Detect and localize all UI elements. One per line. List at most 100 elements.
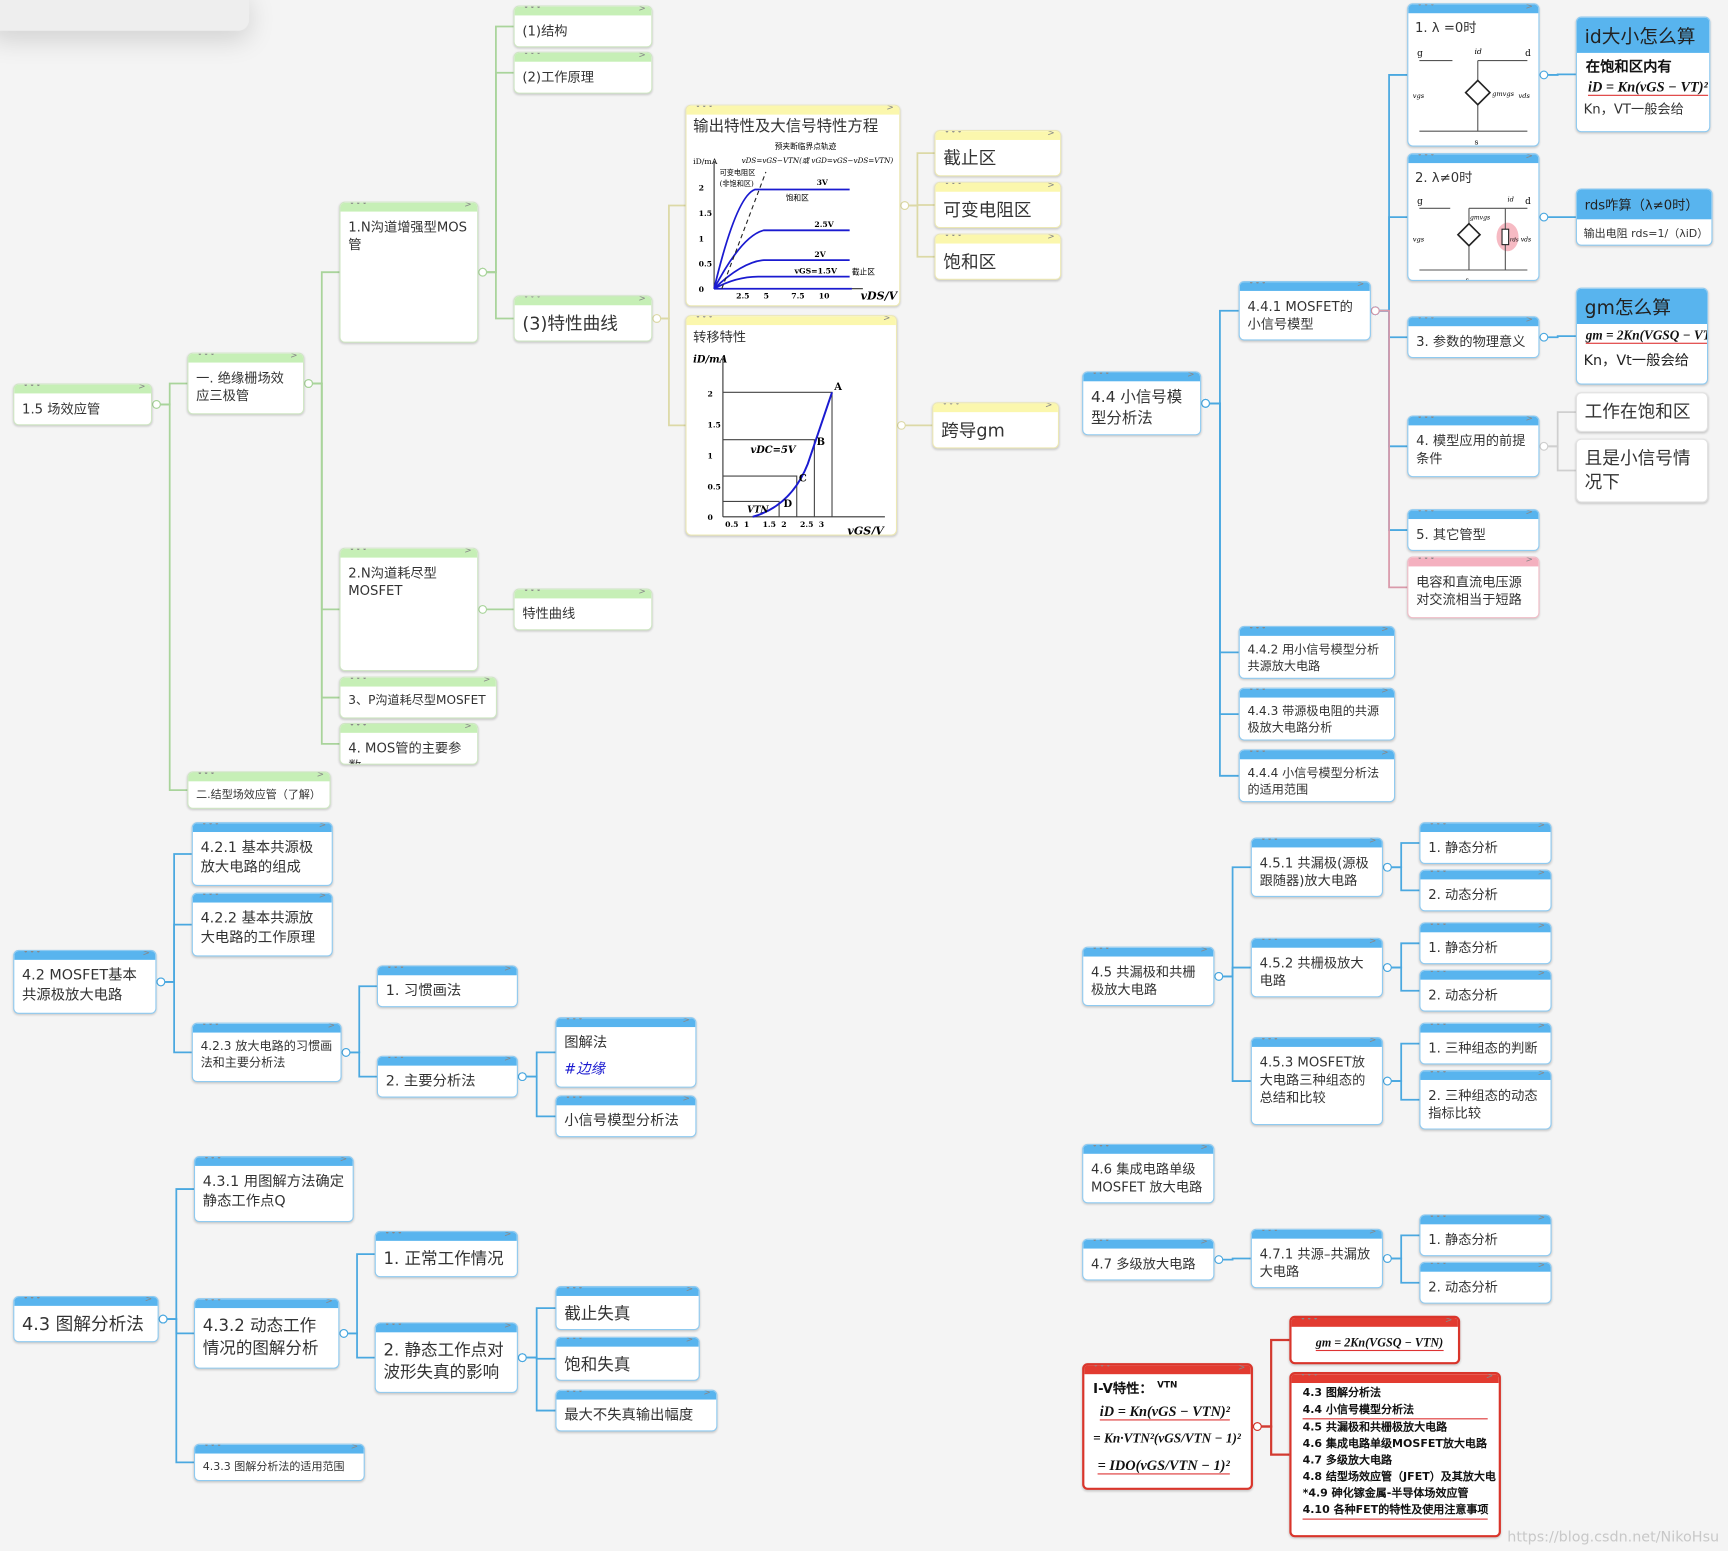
node-n111[interactable]: ••• > (1)结构 xyxy=(513,5,653,48)
collapse-toggle[interactable] xyxy=(897,420,906,430)
chevron-right-icon[interactable]: > xyxy=(1045,403,1052,410)
chevron-right-icon[interactable]: > xyxy=(1369,839,1376,846)
more-icon[interactable]: ••• xyxy=(523,7,542,13)
collapse-toggle[interactable] xyxy=(304,379,313,388)
chevron-right-icon[interactable]: > xyxy=(504,966,511,973)
more-icon[interactable]: ••• xyxy=(349,678,368,684)
chevron-right-icon[interactable]: > xyxy=(1369,1038,1376,1045)
more-icon[interactable]: ••• xyxy=(942,403,961,409)
node-w1[interactable]: •••>工作在饱和区 xyxy=(1575,392,1709,432)
more-icon[interactable]: ••• xyxy=(565,1338,584,1344)
node-y2[interactable]: ••• > 可变电阻区 xyxy=(934,181,1062,229)
more-icon[interactable]: ••• xyxy=(565,1018,584,1024)
more-icon[interactable]: ••• xyxy=(695,106,714,112)
more-icon[interactable]: ••• xyxy=(1417,154,1436,160)
chevron-right-icon[interactable]: > xyxy=(638,7,645,14)
chevron-right-icon[interactable]: > xyxy=(1187,372,1194,379)
node-b4531[interactable]: ••• >1. 三种组态的判断 xyxy=(1419,1022,1552,1065)
chevron-right-icon[interactable]: > xyxy=(1525,317,1532,324)
chevron-right-icon[interactable]: > xyxy=(1381,750,1388,757)
collapse-toggle[interactable] xyxy=(900,201,910,210)
chevron-right-icon[interactable]: > xyxy=(464,549,471,556)
more-icon[interactable]: ••• xyxy=(1429,1263,1448,1269)
more-icon[interactable]: ••• xyxy=(1249,750,1268,756)
node-b43221[interactable]: ••• > 截止失真 xyxy=(555,1286,700,1331)
node-b423[interactable]: ••• >4.2.3 放大电路的习惯画法和主要分析法 xyxy=(191,1022,342,1083)
node-b46[interactable]: ••• >4.6 集成电路单级MOSFET 放大电路 xyxy=(1082,1143,1215,1204)
chevron-right-icon[interactable]: > xyxy=(1200,1240,1207,1247)
more-icon[interactable]: ••• xyxy=(1261,839,1280,845)
node-b4532[interactable]: ••• >2. 三种组态的动态指标比较 xyxy=(1419,1070,1552,1130)
more-icon[interactable]: ••• xyxy=(1261,939,1280,945)
node-n14[interactable]: ••• >4. MOS管的主要参数 xyxy=(339,722,479,765)
chevron-right-icon[interactable]: > xyxy=(1369,1230,1376,1237)
chevron-right-icon[interactable]: > xyxy=(504,1232,511,1239)
more-icon[interactable]: ••• xyxy=(349,724,368,730)
chevron-right-icon[interactable]: > xyxy=(328,1024,335,1031)
chevron-right-icon[interactable]: > xyxy=(1538,1071,1545,1078)
node-n11[interactable]: ••• >1.N沟道增强型MOS管 xyxy=(339,201,479,343)
more-icon[interactable]: ••• xyxy=(202,894,221,900)
collapse-toggle[interactable] xyxy=(341,1048,351,1057)
more-icon[interactable]: ••• xyxy=(202,1024,221,1030)
more-icon[interactable]: ••• xyxy=(1429,871,1448,877)
more-icon[interactable]: ••• xyxy=(1417,4,1436,10)
node-circuit-lambda-zero[interactable]: ••• > 1. λ =0时 g d id gmvgs vgs vds s xyxy=(1407,3,1540,147)
node-chapter-list[interactable]: ••• > 4.3 图解分析法 4.4 小信号模型分析法 4.5 共漏极和共栅极放大电… xyxy=(1289,1371,1501,1538)
node-b422[interactable]: ••• >4.2.2 基本共源放大电路的工作原理 xyxy=(191,892,333,957)
node-b452[interactable]: ••• >4.5.2 共栅极放大电路 xyxy=(1250,937,1384,998)
more-icon[interactable]: ••• xyxy=(1417,558,1436,564)
more-icon[interactable]: ••• xyxy=(1300,1374,1319,1380)
more-icon[interactable]: ••• xyxy=(1249,689,1268,695)
node-b42322[interactable]: ••• > 小信号模型分析法 xyxy=(555,1095,697,1138)
chevron-right-icon[interactable]: > xyxy=(1538,971,1545,978)
node-b42[interactable]: ••• >4.2 MOSFET基本共源极放大电路 xyxy=(13,949,157,1014)
more-icon[interactable]: ••• xyxy=(1300,1318,1319,1324)
collapse-toggle[interactable] xyxy=(478,604,488,614)
node-b4321[interactable]: ••• >1. 正常工作情况 xyxy=(374,1230,518,1278)
collapse-toggle[interactable] xyxy=(339,1329,349,1338)
chevron-right-icon[interactable]: > xyxy=(686,1338,693,1345)
node-b43[interactable]: ••• >4.3 图解分析法 xyxy=(13,1295,159,1343)
more-icon[interactable]: ••• xyxy=(387,1057,406,1063)
node-b4711[interactable]: ••• >1. 静态分析 xyxy=(1419,1214,1552,1257)
collapse-toggle[interactable] xyxy=(1252,1422,1262,1431)
chevron-right-icon[interactable]: > xyxy=(319,894,326,901)
node-y1[interactable]: ••• > 截止区 xyxy=(934,130,1062,177)
collapse-toggle[interactable] xyxy=(517,1072,527,1082)
chevron-right-icon[interactable]: > xyxy=(682,1018,689,1025)
chevron-right-icon[interactable]: > xyxy=(464,724,471,731)
more-icon[interactable]: ••• xyxy=(1261,1038,1280,1044)
chevron-right-icon[interactable]: > xyxy=(317,773,324,780)
more-icon[interactable]: ••• xyxy=(1417,417,1436,423)
more-icon[interactable]: ••• xyxy=(1429,1024,1448,1030)
node-circuit-lambda-nonzero[interactable]: ••• > 2. λ≠0时 g d id gmvgs rds vgs vds s xyxy=(1407,153,1540,282)
more-icon[interactable]: ••• xyxy=(1429,1071,1448,1077)
node-b4511[interactable]: ••• >1. 静态分析 xyxy=(1419,822,1552,864)
chevron-right-icon[interactable]: > xyxy=(1538,923,1545,930)
chevron-right-icon[interactable]: > xyxy=(1538,1263,1545,1270)
node-y4[interactable]: ••• > 跨导gm xyxy=(932,402,1060,449)
collapse-toggle[interactable] xyxy=(1539,212,1549,222)
chevron-right-icon[interactable]: > xyxy=(638,590,645,597)
node-n1[interactable]: ••• > 一. 绝缘栅场效应三极管 xyxy=(187,352,305,415)
chevron-right-icon[interactable]: > xyxy=(504,1324,511,1331)
chevron-right-icon[interactable]: > xyxy=(1486,1374,1493,1381)
chevron-right-icon[interactable]: > xyxy=(319,823,326,830)
chevron-right-icon[interactable]: > xyxy=(483,678,490,685)
collapse-toggle[interactable] xyxy=(1201,398,1210,408)
chevron-right-icon[interactable]: > xyxy=(1369,939,1376,946)
chevron-right-icon[interactable]: > xyxy=(886,106,893,113)
more-icon[interactable]: ••• xyxy=(204,1445,223,1451)
chevron-right-icon[interactable]: > xyxy=(1538,823,1545,830)
more-icon[interactable]: ••• xyxy=(197,773,216,779)
chevron-right-icon[interactable]: > xyxy=(142,951,149,958)
chevron-right-icon[interactable]: > xyxy=(340,1157,347,1164)
node-n12[interactable]: ••• >2.N沟道耗尽型MOSFET xyxy=(339,547,479,672)
collapse-toggle[interactable] xyxy=(152,400,161,409)
more-icon[interactable]: ••• xyxy=(1092,1145,1111,1151)
chevron-right-icon[interactable]: > xyxy=(682,1096,689,1103)
chevron-right-icon[interactable]: > xyxy=(1381,689,1388,696)
chevron-right-icon[interactable]: > xyxy=(1200,948,1207,955)
chevron-right-icon[interactable]: > xyxy=(638,296,645,303)
